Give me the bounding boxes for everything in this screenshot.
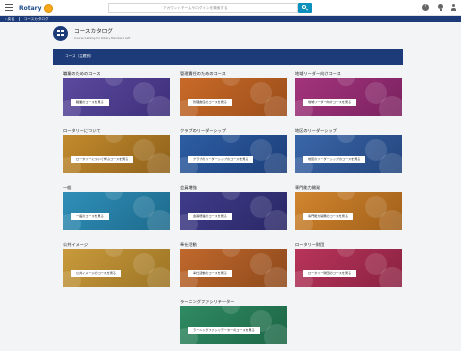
view-course-button[interactable]: ラーニングファシリテーターのコースを見る [188, 327, 260, 334]
view-course-button[interactable]: 一般のコースを見る [71, 213, 109, 220]
help-icon[interactable] [422, 3, 429, 11]
photo-figure [133, 196, 155, 218]
photo-figure [365, 253, 387, 275]
course-title: 公共イメージ [63, 242, 89, 247]
photo-figure [222, 306, 240, 314]
photo-figure [337, 249, 355, 257]
photo-figure [222, 192, 240, 200]
course-image[interactable]: 地域リーダー向けコースを見る [295, 78, 402, 116]
search-input[interactable]: アカウントチームやログインを検索する [108, 3, 298, 13]
lightbulb-icon[interactable] [437, 4, 444, 11]
photo-figure [365, 196, 387, 218]
photo-figure [222, 249, 240, 257]
photo-figure [337, 135, 355, 143]
course-title: 会員増強 [180, 185, 197, 190]
course-card[interactable]: ラーニングファシリテーター ラーニングファシリテーターのコースを見る [180, 298, 287, 344]
course-card[interactable]: ロータリーについて ロータリーについて学ぶコースを見る [63, 127, 170, 173]
search-icon [302, 5, 306, 9]
catalog-header: コースカタログ Course Catalog for Rotary Member… [53, 22, 403, 44]
course-title: 職業のためのコース [63, 71, 101, 76]
course-image[interactable]: ラーニングファシリテーターのコースを見る [180, 306, 287, 344]
course-card[interactable]: 一般 一般のコースを見る [63, 184, 170, 230]
course-title: ロータリーについて [63, 128, 101, 133]
course-image[interactable]: 奉仕活動のコースを見る [180, 249, 287, 287]
view-course-button[interactable]: 地区のリーダーシップのコースを見る [303, 156, 366, 163]
photo-figure [133, 82, 155, 104]
view-course-button[interactable]: ロータリー財団のコースを見る [303, 270, 357, 277]
search-placeholder: アカウントチームやログインを検索する [163, 6, 228, 10]
photo-figure [365, 82, 387, 104]
view-course-button[interactable]: 地域リーダー向けコースを見る [303, 99, 357, 106]
breadcrumb-back-link[interactable]: 戻る [5, 17, 14, 22]
course-image[interactable]: ロータリー財団のコースを見る [295, 249, 402, 287]
view-course-button[interactable]: 会員増強のコースを見る [188, 213, 232, 220]
photo-figure [365, 139, 387, 161]
view-course-button[interactable]: 専門能力開発のコースを見る [303, 213, 354, 220]
course-card[interactable]: ロータリー財団 ロータリー財団のコースを見る [295, 241, 402, 287]
photo-figure [337, 192, 355, 200]
view-course-button[interactable]: 管理責任のコースを見る [188, 99, 232, 106]
course-image[interactable]: 地区のリーダーシップのコースを見る [295, 135, 402, 173]
course-card[interactable]: クラブのリーダーシップ クラブのリーダーシップのコースを見る [180, 127, 287, 173]
course-image[interactable]: 一般のコースを見る [63, 192, 170, 230]
photo-figure [105, 135, 123, 143]
course-image[interactable]: クラブのリーダーシップのコースを見る [180, 135, 287, 173]
brand-name: Rotary [19, 4, 42, 12]
user-account-icon[interactable] [450, 4, 457, 11]
photo-figure [133, 139, 155, 161]
course-image[interactable]: 管理責任のコースを見る [180, 78, 287, 116]
course-title: クラブのリーダーシップ [180, 128, 226, 133]
photo-figure [250, 82, 272, 104]
course-title: 専門能力開発 [295, 185, 321, 190]
photo-figure [337, 78, 355, 86]
section-header: コース（主題別） [53, 49, 403, 65]
view-course-button[interactable]: 奉仕活動のコースを見る [188, 270, 232, 277]
rotary-logo[interactable]: Rotary [19, 3, 53, 13]
photo-figure [222, 78, 240, 86]
photo-figure [250, 196, 272, 218]
course-image[interactable]: 専門能力開発のコースを見る [295, 192, 402, 230]
photo-figure [105, 192, 123, 200]
view-course-button[interactable]: クラブのリーダーシップのコースを見る [188, 156, 254, 163]
hamburger-menu-icon[interactable] [5, 4, 13, 11]
course-image[interactable]: ロータリーについて学ぶコースを見る [63, 135, 170, 173]
course-image[interactable]: 職業のコースを見る [63, 78, 170, 116]
course-card[interactable]: 専門能力開発 専門能力開発のコースを見る [295, 184, 402, 230]
course-title: 奉仕活動 [180, 242, 197, 247]
section-title: コース（主題別） [65, 54, 94, 58]
course-card[interactable]: 地域リーダー向けコース 地域リーダー向けコースを見る [295, 70, 402, 116]
photo-figure [250, 253, 272, 275]
view-course-button[interactable]: 職業のコースを見る [71, 99, 109, 106]
page-title: コースカタログ [74, 28, 113, 35]
course-title: ロータリー財団 [295, 242, 325, 247]
photo-figure [105, 78, 123, 86]
course-title: 地域リーダー向けコース [295, 71, 341, 76]
photo-figure [105, 249, 123, 257]
course-card[interactable]: 奉仕活動 奉仕活動のコースを見る [180, 241, 287, 287]
course-image[interactable]: 公共イメージのコースを見る [63, 249, 170, 287]
course-title: ラーニングファシリテーター [180, 299, 235, 304]
course-card[interactable]: 職業のためのコース 職業のコースを見る [63, 70, 170, 116]
course-card[interactable]: 公共イメージ 公共イメージのコースを見る [63, 241, 170, 287]
catalog-grid-icon [53, 25, 68, 41]
course-card[interactable]: 地区のリーダーシップ 地区のリーダーシップのコースを見る [295, 127, 402, 173]
course-card[interactable]: 管理責任のためのコース 管理責任のコースを見る [180, 70, 287, 116]
search-button[interactable] [298, 3, 312, 13]
course-title: 一般 [63, 185, 72, 190]
page-subtitle: Course Catalog for Rotary Members Left [74, 35, 131, 40]
top-bar: Rotary アカウントチームやログインを検索する [0, 0, 461, 16]
course-card[interactable]: 会員増強 会員増強のコースを見る [180, 184, 287, 230]
course-title: 地区のリーダーシップ [295, 128, 337, 133]
rotary-wheel-icon [43, 3, 53, 13]
course-title: 管理責任のためのコース [180, 71, 226, 76]
view-course-button[interactable]: 公共イメージのコースを見る [71, 270, 122, 277]
view-course-button[interactable]: ロータリーについて学ぶコースを見る [71, 156, 134, 163]
breadcrumb-current: コースカタログ [23, 16, 49, 21]
photo-figure [222, 135, 240, 143]
course-image[interactable]: 会員増強のコースを見る [180, 192, 287, 230]
breadcrumb-divider [18, 17, 20, 21]
photo-figure [133, 253, 155, 275]
